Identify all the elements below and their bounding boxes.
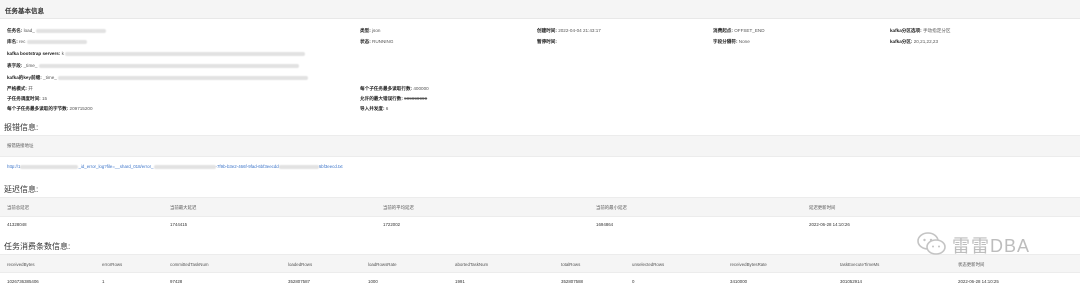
stats-header-committed-task-num: committedTaskNum: [170, 262, 209, 267]
delay-update-time-value: 2022-06-28 14:10:26: [809, 222, 850, 227]
stats-received-bytes-rate-value: 3410000: [730, 279, 748, 284]
separator-field: 字段分隔符: None: [713, 39, 750, 44]
stats-update-time-value: 2022-06-28 14:10:25: [958, 279, 999, 284]
stats-loaded-rows-value: 352807587: [288, 279, 310, 284]
wechat-icon: [917, 232, 946, 255]
stats-header-update-time: 状态更新时间: [958, 262, 985, 267]
stats-committed-task-num-value: 97428: [170, 279, 183, 284]
stats-received-bytes-value: 1026736385406: [7, 279, 39, 284]
create-time-field: 创建时间: 2022-04-04 21:43:17: [537, 28, 601, 33]
delay-total-value: 41328048: [7, 222, 27, 227]
delay-header-avg: 当前的平均延迟: [383, 205, 414, 210]
stats-header-load-rows-rate: loadRowsRate: [368, 262, 397, 267]
watermark: 雷雷DBA: [917, 229, 1077, 259]
stats-header-loaded-rows: loadedRows: [288, 262, 313, 267]
max-error-rows-field: 允许的最大错误行数: 999999999: [360, 96, 428, 101]
pause-time-field: 暂停时间:: [537, 39, 557, 44]
delay-avg-value: 1722002: [383, 222, 401, 227]
max-bytes-field: 每个子任务最多读取的字节数: 209715200: [7, 106, 93, 111]
delay-header-update-time: 延迟更新时间: [809, 205, 836, 210]
kafka-partition-field: kafka分区: 20,21,22,23: [890, 39, 939, 44]
stats-header-aborted-task-num: abortedTaskNum: [455, 262, 489, 267]
bootstrap-servers-field: kafka bootstrap servers: k: [7, 51, 306, 57]
delay-section-title: 延迟信息:: [4, 185, 39, 194]
delay-min-value: 1694864: [596, 222, 614, 227]
error-link-header: 报错链接地址: [7, 143, 34, 148]
delay-header-max: 当前最大延迟: [170, 205, 197, 210]
stats-aborted-task-num-value: 1991: [455, 279, 465, 284]
watermark-text: 雷雷DBA: [952, 236, 1031, 256]
delay-max-value: 1744415: [170, 222, 188, 227]
stats-task-execute-time-value: 301052914: [840, 279, 862, 284]
max-rows-field: 每个子任务最多读取行数: 400000: [360, 86, 429, 91]
panel-title: 任务基本信息: [5, 8, 44, 15]
sub-task-interval-field: 子任务调度时间: 15: [7, 96, 48, 101]
type-field: 类型: json: [360, 28, 381, 33]
error-section-title: 报错信息:: [4, 123, 39, 132]
strict-mode-field: 严格模式: 开: [7, 86, 33, 91]
stats-unselected-rows-value: 0: [632, 279, 635, 284]
kafka-partition-option-field: kafka分区选项: 手动指定分区: [890, 28, 951, 33]
delay-header-total: 当前总延迟: [7, 205, 29, 210]
stats-header-total-rows: totalRows: [561, 262, 581, 267]
task-name-field: 任务名: load_: [7, 28, 107, 34]
error-log-link[interactable]: http://1 _id_error_log?file=__shard_018/e…: [7, 164, 343, 169]
consume-start-field: 消费起点: OFFSET_END: [713, 28, 765, 33]
stats-total-rows-value: 352807588: [561, 279, 583, 284]
stats-header-error-rows: errorRows: [102, 262, 123, 267]
stats-header-received-bytes: receivedBytes: [7, 262, 35, 267]
stats-error-rows-value: 1: [102, 279, 105, 284]
stats-header-unselected-rows: unselectedRows: [632, 262, 665, 267]
stats-header-received-bytes-rate: receivedBytesRate: [730, 262, 767, 267]
stats-section-title: 任务消费条数信息:: [4, 242, 71, 251]
delay-header-min: 当前的最小延迟: [596, 205, 627, 210]
delay-table-header: 当前总延迟 当前最大延迟 当前的平均延迟 当前的最小延迟 延迟更新时间: [0, 197, 1080, 217]
import-parallel-field: 导入并发度: 6: [360, 106, 389, 111]
table-field: 表字段: _time_: [7, 63, 299, 69]
error-table-header: 报错链接地址: [0, 135, 1080, 157]
panel-header: 任务基本信息: [0, 0, 1080, 19]
stats-load-rows-rate-value: 1000: [368, 279, 378, 284]
kafka-key-field: kafka的key前缀: _time_: [7, 75, 309, 81]
state-field: 状态: RUNNING: [360, 39, 394, 44]
db-name-field: 库名: rec: [7, 39, 87, 45]
stats-header-task-execute-time: taskExecuteTimeMs: [840, 262, 880, 267]
